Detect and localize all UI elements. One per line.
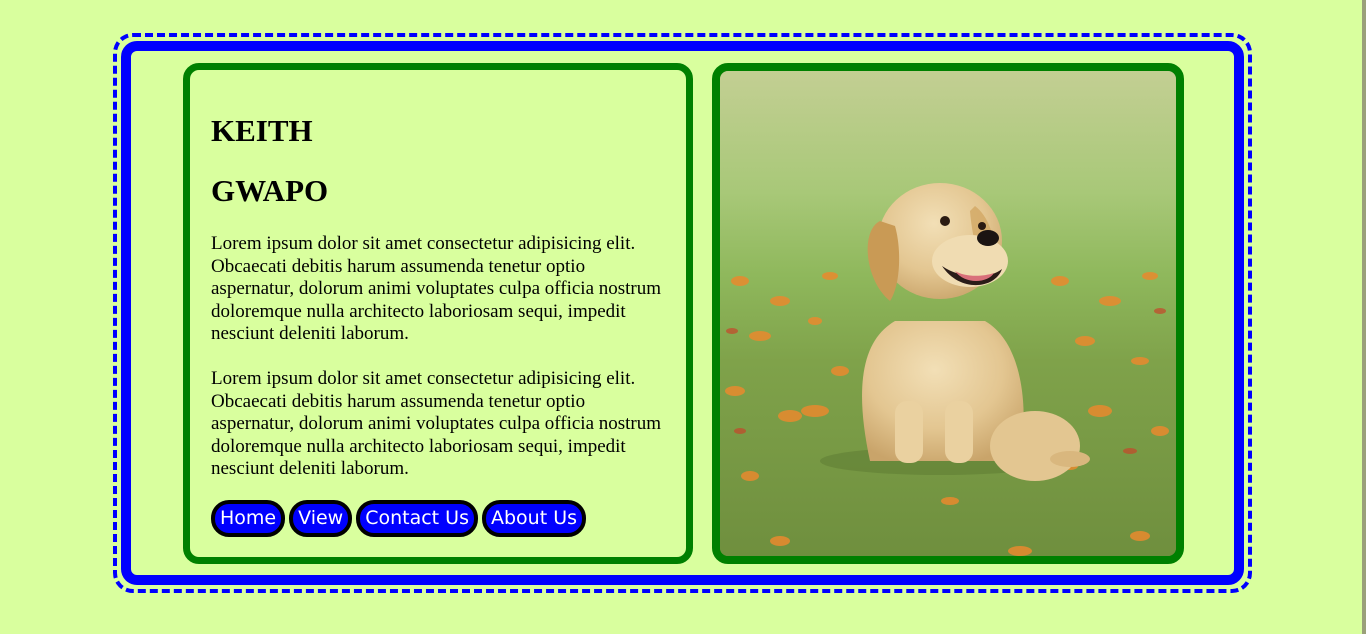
home-button[interactable]: Home bbox=[211, 500, 286, 537]
paragraph-1: Lorem ipsum dolor sit amet consectetur a… bbox=[211, 233, 662, 345]
nav-buttons: Home View Contact Us About Us bbox=[211, 500, 587, 537]
puppy-photo-card bbox=[712, 63, 1184, 564]
contact-us-button[interactable]: Contact Us bbox=[356, 500, 478, 537]
heading-first-line: KEITH bbox=[211, 113, 313, 148]
page-scrollbar[interactable] bbox=[1362, 0, 1366, 634]
profile-text-card: KEITH GWAPO Lorem ipsum dolor sit amet c… bbox=[183, 63, 693, 564]
view-button[interactable]: View bbox=[289, 500, 353, 537]
paragraph-2: Lorem ipsum dolor sit amet consectetur a… bbox=[211, 368, 662, 480]
about-us-button[interactable]: About Us bbox=[481, 500, 587, 537]
heading-second-line: GWAPO bbox=[211, 173, 329, 208]
puppy-image bbox=[720, 71, 1176, 556]
